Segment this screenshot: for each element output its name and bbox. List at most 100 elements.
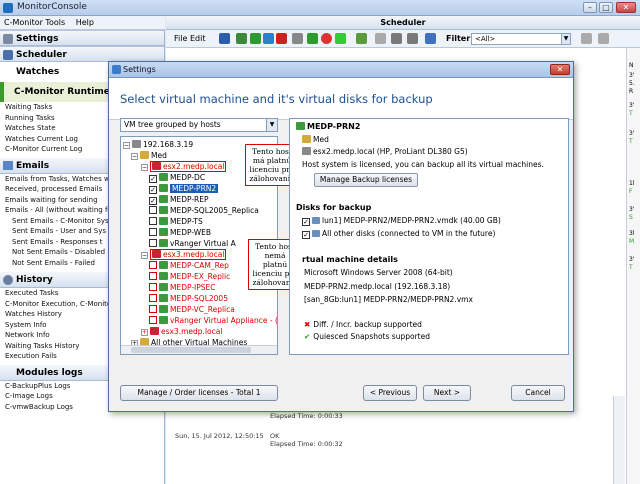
checkbox-unchecked[interactable] (149, 239, 157, 247)
checkbox-checked[interactable]: ✓ (302, 218, 310, 226)
disk-row-other[interactable]: ✓ All other disks (connected to VM in the… (302, 229, 495, 239)
checkbox-checked[interactable]: ✓ (149, 186, 157, 194)
tree-vm-medp-ex-replic[interactable]: MEDP-EX_Replic (149, 272, 230, 282)
refresh-icon[interactable] (292, 33, 303, 44)
vm-details-header: rtual machine details (302, 255, 398, 264)
previous-button[interactable]: < Previous (363, 385, 417, 401)
tree-vm-medp-sql2005-replica[interactable]: MEDP-SQL2005_Replica (149, 206, 259, 216)
checkbox-unchecked[interactable] (149, 217, 157, 225)
tree-vm-medp-rep[interactable]: ✓ MEDP-REP (149, 195, 209, 205)
tree-vm-vranger-1[interactable]: vRanger Virtual A (149, 239, 236, 249)
details-os: Microsoft Windows Server 2008 (64-bit) (304, 268, 453, 277)
log-status-2: OK (270, 432, 280, 440)
tree-vm-medp-cam-rep[interactable]: MEDP-CAM_Rep (149, 261, 229, 271)
checkbox-disabled[interactable] (149, 283, 157, 291)
collapse-icon[interactable]: − (141, 164, 148, 171)
nav-settings[interactable]: Settings (0, 30, 164, 46)
app-title: MonitorConsole (17, 2, 87, 12)
right-col-value: S (629, 214, 633, 221)
tree-horizontal-scrollbar[interactable] (121, 345, 277, 354)
tree-vm-label: MEDP-EX_Replic (170, 272, 231, 281)
vm-icon (159, 294, 168, 302)
toolbar: File Edit Filter <All> ▼ (166, 30, 640, 48)
tree-host-esx2[interactable]: − esx2.medp.local (141, 161, 227, 172)
tree-grouping-select[interactable]: VM tree grouped by hosts ▼ (120, 118, 278, 132)
checkbox-disabled[interactable] (149, 305, 157, 313)
details-host: esx2.medp.local (HP, ProLiant DL380 G5) (302, 147, 468, 156)
vm-icon (159, 261, 168, 269)
checkbox-checked[interactable]: ✓ (302, 231, 310, 239)
dialog-banner: Select virtual machine and it's virtual … (109, 78, 573, 120)
tree-root[interactable]: − 192.168.3.19 (123, 140, 193, 150)
checkbox-disabled[interactable] (149, 316, 157, 324)
copy-icon[interactable] (263, 33, 274, 44)
collapse-icon[interactable]: − (141, 252, 148, 259)
disk-row-1[interactable]: ✓ lun1] MEDP-PRN2/MEDP-PRN2.vmdk (40.00 G… (302, 216, 501, 226)
dialog-close-button[interactable]: ✕ (550, 64, 570, 75)
vm-details-panel: MEDP-PRN2 Med esx2.medp.local (HP, ProLi… (289, 118, 569, 355)
manage-order-licenses-button[interactable]: Manage / Order licenses - Total 1 (120, 385, 278, 401)
tree-vm-medp-dc[interactable]: ✓ MEDP-DC (149, 173, 205, 183)
arrow-up-icon[interactable] (391, 33, 402, 44)
tree-vm-medp-ts[interactable]: MEDP-TS (149, 217, 203, 227)
delete-icon[interactable] (276, 33, 287, 44)
menu-help[interactable]: Help (76, 18, 94, 27)
undo-icon[interactable] (375, 33, 386, 44)
scheduler-header: Scheduler (166, 16, 640, 30)
expand-icon[interactable]: + (141, 329, 148, 336)
checkbox-checked[interactable]: ✓ (149, 197, 157, 205)
tree-vm-label-selected: MEDP-PRN2 (170, 184, 219, 193)
checkbox-disabled[interactable] (149, 272, 157, 280)
tree-host-label: esx3.medp.local (161, 327, 223, 336)
checkbox-checked[interactable]: ✓ (149, 175, 157, 183)
toolbar-file[interactable]: File (174, 34, 187, 43)
toolbar-edit[interactable]: Edit (190, 34, 206, 43)
manage-backup-licenses-button[interactable]: Manage Backup licenses (314, 173, 418, 187)
main-scrollbar[interactable] (613, 396, 625, 484)
tree-vm-label: vRanger Virtual A (170, 239, 236, 248)
stop-icon[interactable] (321, 33, 332, 44)
tree-datacenter[interactable]: − Med (131, 151, 167, 161)
tree-vm-medp-ipsec[interactable]: MEDP-IPSEC (149, 283, 216, 293)
tree-vm-medp-web[interactable]: MEDP-WEB (149, 228, 211, 238)
tree-vm-medp-prn2[interactable]: ✓ MEDP-PRN2 (149, 184, 219, 194)
menu-cmonitor-tools[interactable]: C-Monitor Tools (4, 18, 65, 27)
checkbox-disabled[interactable] (149, 294, 157, 302)
check-icon[interactable] (307, 33, 318, 44)
checkbox-unchecked[interactable] (149, 206, 157, 214)
filter-clear-icon[interactable] (598, 33, 609, 44)
folder-icon (140, 151, 149, 159)
vm-icon (159, 173, 168, 181)
close-button[interactable]: ✕ (616, 2, 636, 13)
checkbox-disabled[interactable] (149, 261, 157, 269)
arrow-down-icon[interactable] (407, 33, 418, 44)
maximize-button[interactable]: □ (599, 2, 613, 13)
add-icon[interactable] (250, 33, 261, 44)
check-icon: ✔ (304, 332, 311, 341)
next-button[interactable]: Next > (423, 385, 471, 401)
chevron-down-icon: ▼ (266, 119, 277, 131)
tree-host-esx3[interactable]: − esx3.medp.local (141, 249, 227, 260)
play-icon[interactable] (335, 33, 346, 44)
tree-vm-medp-vc-replica[interactable]: MEDP-VC_Replica (149, 305, 235, 315)
collapse-icon[interactable]: − (123, 142, 130, 149)
scrollbar-thumb[interactable] (131, 347, 251, 353)
tree-host-esx3-collapsed[interactable]: + esx3.medp.local (141, 327, 222, 337)
checkbox-unchecked[interactable] (149, 228, 157, 236)
save-icon[interactable] (219, 33, 230, 44)
window-icon[interactable] (425, 33, 436, 44)
filter-dropdown[interactable]: <All> ▼ (471, 33, 571, 45)
details-diff-backup-label: Diff. / Incr. backup supported (313, 320, 422, 329)
minimize-button[interactable]: – (583, 2, 597, 13)
cancel-button[interactable]: Cancel (511, 385, 565, 401)
tree-vm-vranger-2[interactable]: vRanger Virtual Appliance - ( (149, 316, 277, 326)
scissors-icon[interactable] (236, 33, 247, 44)
settings-icon (112, 65, 121, 74)
filter-options-icon[interactable] (581, 33, 592, 44)
collapse-icon[interactable]: − (131, 153, 138, 160)
run-icon[interactable] (356, 33, 367, 44)
tree-grouping-value: VM tree grouped by hosts (124, 120, 221, 129)
tree-vm-medp-sql2005[interactable]: MEDP-SQL2005 (149, 294, 228, 304)
right-col-value: T (629, 110, 633, 117)
nav-scheduler[interactable]: Scheduler (0, 46, 164, 62)
